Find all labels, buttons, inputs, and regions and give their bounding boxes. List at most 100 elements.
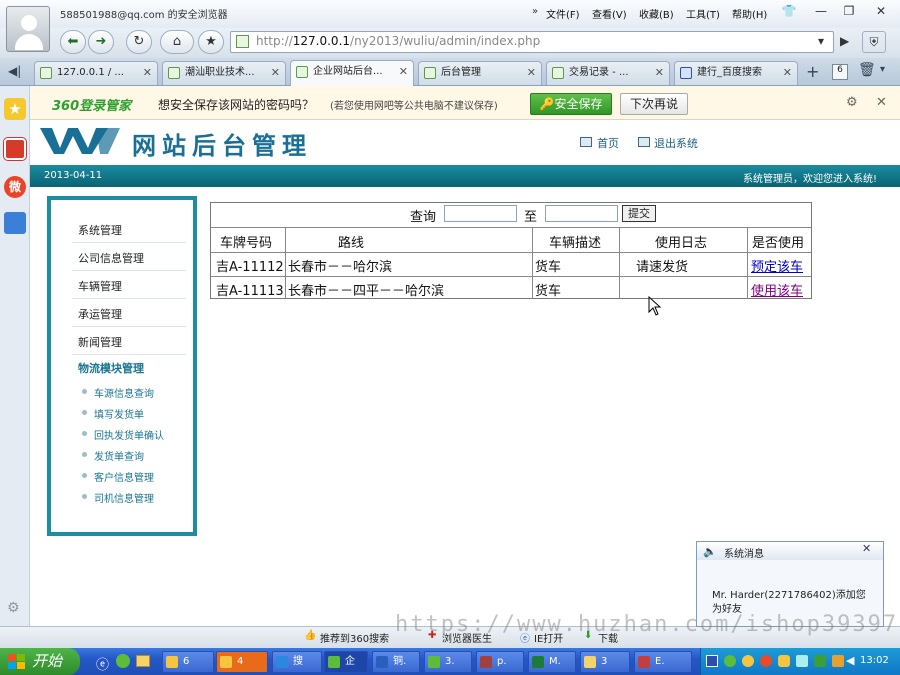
tray-icon[interactable]	[796, 655, 808, 667]
tab-item[interactable]: 建行_百度搜索 ✕	[674, 61, 798, 85]
url-dropdown-icon[interactable]: ▾	[818, 34, 824, 48]
password-bar-close-icon[interactable]: ✕	[876, 95, 887, 110]
tab-close-icon[interactable]: ✕	[271, 62, 280, 84]
user-avatar-icon[interactable]	[6, 6, 50, 52]
submenu-driver[interactable]: 司机信息管理	[94, 490, 154, 505]
taskbar-item[interactable]: 4	[216, 651, 268, 673]
home-link[interactable]: 首页	[597, 135, 619, 151]
tab-close-icon[interactable]: ✕	[527, 62, 536, 84]
menu-vehicle[interactable]: 车辆管理	[78, 278, 122, 294]
browser-sidebar	[0, 86, 30, 646]
tray-icon[interactable]	[778, 655, 790, 667]
menu-system[interactable]: 系统管理	[78, 222, 122, 238]
menu-news[interactable]: 新闻管理	[78, 334, 122, 350]
forward-button[interactable]: ➜	[88, 30, 114, 54]
tab-item[interactable]: 后台管理 ✕	[418, 61, 542, 85]
menu-expand-icon[interactable]: »	[532, 6, 538, 17]
shield-icon[interactable]: ⛨	[862, 31, 886, 53]
query-to-input[interactable]	[545, 205, 618, 222]
popup-title: 系统消息	[724, 549, 764, 560]
sidebar-toggle-icon[interactable]: ◀|	[8, 64, 21, 78]
home-button[interactable]: ⌂	[160, 30, 194, 54]
url-text[interactable]: http://127.0.0.1/ny2013/wuliu/admin/inde…	[256, 34, 540, 48]
360-quicklaunch-icon[interactable]	[116, 654, 130, 668]
trash-icon[interactable]: 🗑	[858, 62, 876, 78]
submenu-receipt-confirm[interactable]: 回执发货单确认	[94, 427, 164, 442]
later-button[interactable]: 下次再说	[620, 93, 688, 115]
tray-icon[interactable]	[832, 655, 844, 667]
tab-item[interactable]: 交易记录 - ... ✕	[546, 61, 670, 85]
tab-item-active[interactable]: 企业网站后台... ✕	[290, 60, 414, 86]
menu-company[interactable]: 公司信息管理	[78, 250, 144, 266]
secure-save-button[interactable]: 🔑安全保存	[530, 93, 612, 115]
taskbar-item[interactable]: 6	[162, 651, 214, 673]
settings-gear-icon[interactable]: ⚙	[7, 600, 20, 616]
favorite-star-button[interactable]: ★	[198, 30, 224, 54]
tray-icon[interactable]	[760, 655, 772, 667]
query-submit-button[interactable]: 提交	[622, 205, 656, 222]
menu-view[interactable]: 查看(V)	[592, 6, 627, 21]
password-settings-icon[interactable]: ⚙	[846, 95, 858, 110]
current-date: 2013-04-11	[44, 170, 103, 181]
taskbar-item[interactable]: 3	[580, 651, 630, 673]
table-divider	[211, 227, 811, 228]
browser-app-icon	[328, 656, 340, 668]
tray-icon[interactable]	[742, 655, 754, 667]
browser-app-icon	[428, 656, 440, 668]
tab-item[interactable]: 潮汕职业技术... ✕	[162, 61, 286, 85]
trash-dropdown-icon[interactable]: ▾	[880, 64, 885, 75]
tab-list-icon[interactable]: 6	[832, 64, 848, 80]
menu-carrier[interactable]: 承运管理	[78, 306, 122, 322]
folder-icon	[584, 656, 596, 668]
logout-link[interactable]: 退出系统	[654, 135, 698, 151]
menu-tools[interactable]: 工具(T)	[686, 6, 720, 21]
taskbar-item[interactable]: E.	[634, 651, 692, 673]
taskbar-item[interactable]: 搜	[272, 651, 322, 673]
app-icon[interactable]	[4, 212, 26, 234]
use-vehicle-link[interactable]: 使用该车	[751, 280, 803, 299]
taskbar-item[interactable]: p.	[476, 651, 524, 673]
restore-button[interactable]: ❐	[838, 3, 860, 19]
tab-close-icon[interactable]: ✕	[143, 62, 152, 84]
reserve-vehicle-link[interactable]: 预定该车	[751, 256, 803, 275]
folder-quicklaunch-icon[interactable]	[136, 655, 150, 667]
tray-icon[interactable]	[724, 655, 736, 667]
minimize-button[interactable]: —	[810, 3, 832, 19]
taskbar-item[interactable]: 3.	[424, 651, 472, 673]
taskbar-item[interactable]: M.	[528, 651, 576, 673]
menu-logistics-header[interactable]: 物流模块管理	[78, 360, 144, 376]
clock: 13:02	[860, 655, 889, 666]
taskbar-item-active[interactable]: 企	[324, 651, 368, 673]
close-window-button[interactable]: ✕	[870, 3, 892, 19]
submenu-waybill-query[interactable]: 发货单查询	[94, 448, 144, 463]
calendar-icon[interactable]	[4, 138, 26, 160]
recommend-360-button[interactable]: 推荐到360搜索	[320, 630, 389, 645]
tray-icon[interactable]	[814, 655, 826, 667]
tab-item[interactable]: 127.0.0.1 / ... ✕	[34, 61, 158, 85]
new-tab-icon[interactable]: +	[806, 62, 819, 81]
taskbar-item[interactable]: 铜.	[372, 651, 420, 673]
tab-close-icon[interactable]: ✕	[783, 62, 792, 84]
refresh-button[interactable]: ↻	[126, 30, 152, 54]
skin-icon[interactable]: 👕	[778, 3, 800, 19]
menu-favorites[interactable]: 收藏(B)	[639, 6, 674, 21]
weibo-icon[interactable]: 微	[4, 176, 26, 198]
speaker-icon: 🔈	[703, 545, 717, 558]
tab-close-icon[interactable]: ✕	[655, 62, 664, 84]
back-button[interactable]: ⬅	[60, 30, 86, 54]
menu-file[interactable]: 文件(F)	[546, 6, 580, 21]
submenu-vehicle-query[interactable]: 车源信息查询	[94, 385, 154, 400]
ie-quicklaunch-icon[interactable]: ⓔ	[96, 654, 109, 673]
tray-icon[interactable]	[706, 655, 718, 667]
submenu-customer[interactable]: 客户信息管理	[94, 469, 154, 484]
menu-help[interactable]: 帮助(H)	[732, 6, 767, 21]
tab-close-icon[interactable]: ✕	[399, 61, 408, 83]
menu-divider	[72, 354, 186, 355]
query-from-input[interactable]	[444, 205, 517, 222]
volume-icon[interactable]: ◀	[846, 654, 854, 667]
favorites-star-icon[interactable]: ★	[4, 98, 26, 120]
logout-icon	[638, 137, 650, 147]
popup-close-icon[interactable]: ✕	[862, 542, 871, 555]
submenu-fill-waybill[interactable]: 填写发货单	[94, 406, 144, 421]
go-button[interactable]: ▶	[840, 34, 849, 48]
